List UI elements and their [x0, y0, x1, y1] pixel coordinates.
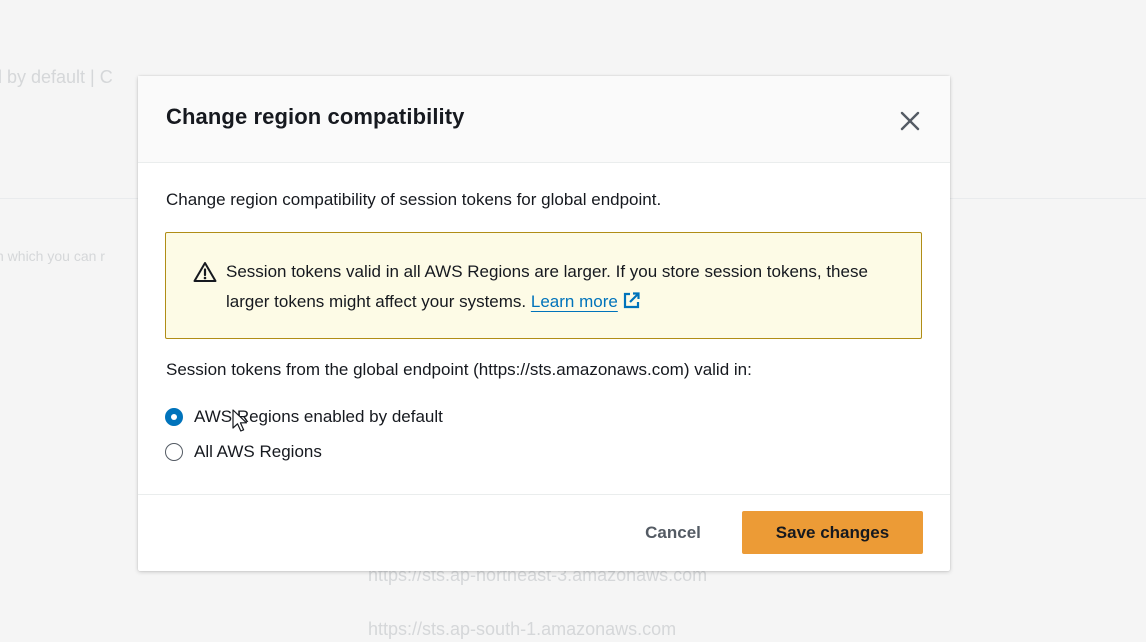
learn-more-link[interactable]: Learn more [531, 292, 618, 311]
background-breadcrumb-text: l by default | C [0, 67, 113, 87]
background-description-text: n which you can r [0, 248, 105, 264]
modal-header: Change region compatibility [138, 76, 950, 163]
background-endpoint-url: https://sts.ap-south-1.amazonaws.com [368, 619, 677, 639]
save-changes-button[interactable]: Save changes [742, 511, 923, 554]
external-link-icon[interactable] [622, 291, 641, 310]
alert-message: Session tokens valid in all AWS Regions … [226, 257, 906, 317]
warning-alert: Session tokens valid in all AWS Regions … [165, 232, 922, 339]
radio-label: All AWS Regions [194, 442, 322, 461]
change-region-compatibility-modal: Change region compatibility Change regio… [138, 76, 950, 571]
close-icon [900, 111, 920, 131]
modal-title: Change region compatibility [166, 104, 465, 129]
radio-button-selected[interactable] [165, 408, 183, 426]
close-button[interactable] [895, 106, 925, 136]
radio-button-unselected[interactable] [165, 443, 183, 461]
modal-description: Change region compatibility of session t… [166, 190, 662, 209]
radio-label: AWS Regions enabled by default [194, 407, 443, 426]
radio-option-all-regions[interactable]: All AWS Regions [165, 440, 322, 464]
radio-option-enabled-by-default[interactable]: AWS Regions enabled by default [165, 405, 443, 429]
warning-icon [193, 262, 217, 282]
validity-question-label: Session tokens from the global endpoint … [166, 360, 752, 379]
modal-footer: Cancel Save changes [138, 494, 950, 571]
cancel-button[interactable]: Cancel [628, 512, 718, 554]
